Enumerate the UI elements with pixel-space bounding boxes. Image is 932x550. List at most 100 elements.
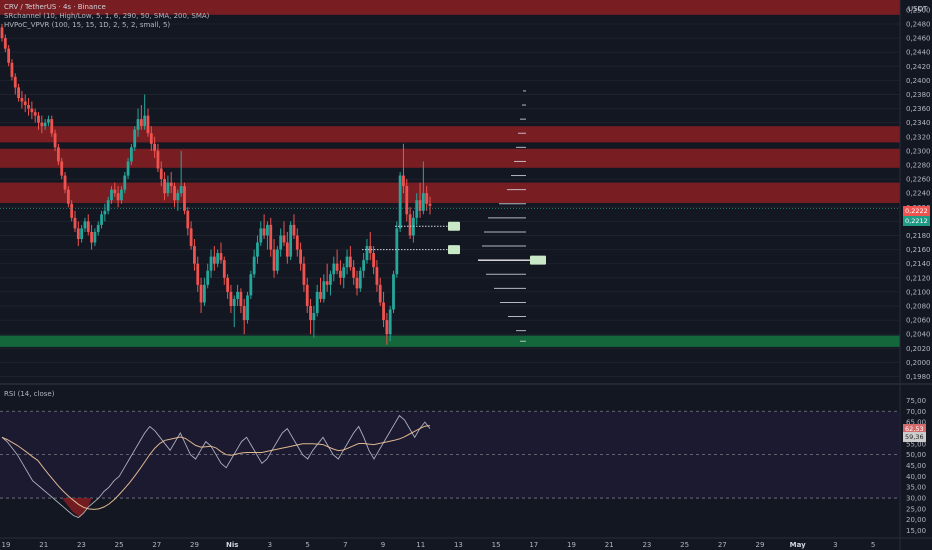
price-tick-label: 0,2360 [906, 105, 931, 113]
candle-body [315, 291, 319, 314]
time-tick-label: 7 [343, 541, 347, 549]
candle-body [312, 313, 316, 321]
candle-body [123, 175, 127, 190]
price-tick-label: 0,2280 [906, 161, 931, 169]
candle-body [66, 189, 70, 204]
rsi-tick-label: 25,00 [906, 505, 926, 513]
candle-body [17, 87, 20, 98]
candle-body [385, 320, 389, 335]
candle-body [7, 48, 11, 63]
candle-body [345, 256, 349, 268]
time-tick-label: 9 [381, 541, 385, 549]
candle-body [116, 193, 120, 201]
candle-body [196, 263, 200, 285]
candle-body [193, 246, 196, 264]
price-tick-label: 0,2240 [906, 190, 931, 198]
candle-body [299, 249, 303, 264]
candle-body [33, 112, 37, 116]
candle-body [159, 168, 163, 180]
candle-body [189, 228, 193, 247]
time-tick-label: Nis [226, 541, 238, 549]
candle-body [183, 186, 186, 211]
hvn-marker [448, 221, 460, 231]
candle-body [0, 27, 4, 39]
rsi-tick-label: 45,00 [906, 462, 926, 470]
time-tick-label: 21 [39, 541, 48, 549]
candle-body [378, 284, 382, 303]
candle-body [269, 224, 273, 250]
time-tick-label: 29 [190, 541, 199, 549]
time-tick-label: 3 [268, 541, 272, 549]
price-tick-label: 0,2020 [906, 345, 931, 353]
candle-body [355, 277, 359, 289]
candle-body [83, 221, 87, 229]
time-tick-label: 19 [2, 541, 11, 549]
candle-body [428, 203, 432, 206]
candle-body [106, 200, 110, 211]
candle-body [86, 221, 90, 232]
time-tick-label: 5 [305, 541, 309, 549]
candle-body [365, 246, 369, 261]
resistance-zone [0, 182, 900, 204]
candle-body [325, 281, 329, 285]
candle-body [20, 97, 24, 102]
candle-body [236, 291, 239, 299]
time-tick-label: 19 [567, 541, 576, 549]
chart-canvas[interactable]: 0,25000,24800,24600,24400,24200,24000,23… [0, 0, 932, 550]
candle-body [246, 295, 249, 321]
time-tick-label: May [790, 541, 806, 549]
candle-body [395, 228, 399, 275]
candle-body [398, 175, 402, 229]
price-tick-label: 0,2120 [906, 274, 931, 282]
rsi-tick-label: 35,00 [906, 484, 926, 492]
candle-body [259, 228, 263, 243]
candle-body [202, 284, 206, 303]
candle-body [405, 186, 409, 215]
candle-body [50, 119, 54, 134]
candle-body [295, 235, 299, 250]
candle-body [57, 147, 60, 162]
candle-body [209, 256, 213, 271]
candle-body [80, 228, 84, 239]
price-tick-label: 0,2160 [906, 246, 931, 254]
currency-label[interactable]: USDT [908, 5, 927, 13]
candle-body [262, 228, 266, 236]
rsi-ma-badge: 59,36 [903, 432, 926, 442]
candle-body [133, 129, 137, 148]
candle-body [146, 115, 150, 134]
rsi-tick-label: 75,00 [906, 397, 926, 405]
candle-body [53, 133, 57, 148]
candle-body [126, 161, 130, 176]
candle-body [229, 291, 233, 306]
candle-body [153, 143, 157, 151]
candle-body [113, 189, 117, 194]
price-tick-label: 0,2300 [906, 147, 931, 155]
candle-body [392, 274, 395, 310]
candle-body [272, 249, 276, 271]
candle-body [13, 76, 17, 88]
time-tick-label: 15 [492, 541, 501, 549]
candle-body [169, 182, 173, 187]
price-tick-label: 0,2460 [906, 35, 931, 43]
candle-body [30, 108, 34, 113]
candle-body [279, 235, 283, 250]
hvn-marker [448, 245, 460, 255]
candle-body [342, 267, 346, 278]
candle-body [302, 263, 306, 285]
candle-body [179, 186, 183, 194]
candle-body [358, 270, 362, 289]
candle-body [60, 161, 64, 176]
candle-body [256, 242, 259, 257]
price-tick-label: 0,2400 [906, 77, 931, 85]
candle-body [10, 62, 14, 77]
candle-body [139, 119, 143, 127]
candle-body [402, 175, 405, 187]
candle-body [329, 274, 332, 285]
price-tick-label: 0,1980 [906, 373, 931, 381]
candle-body [136, 119, 140, 130]
candle-body [129, 147, 133, 162]
candle-body [70, 203, 74, 218]
candle-body [27, 105, 30, 109]
candle-body [40, 122, 44, 127]
candle-body [282, 235, 286, 243]
